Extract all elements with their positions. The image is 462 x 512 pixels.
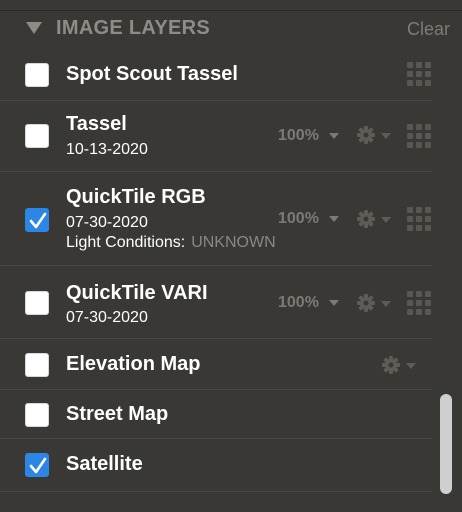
layer-title: QuickTile VARI: [66, 282, 208, 304]
layer-title: Elevation Map: [66, 353, 201, 375]
collapse-caret-icon[interactable]: [26, 22, 42, 34]
drag-handle-icon[interactable]: [407, 62, 431, 86]
gear-icon[interactable]: [356, 209, 392, 229]
opacity-select[interactable]: 100%: [278, 210, 339, 228]
opacity-select[interactable]: 100%: [278, 127, 339, 145]
layer-row-satellite: Satellite: [0, 439, 432, 492]
layer-title: Satellite: [66, 453, 143, 475]
chevron-down-icon: [328, 299, 339, 306]
layer-row-spot-scout-tassel: Spot Scout Tassel: [0, 52, 432, 101]
layer-checkbox[interactable]: [25, 63, 49, 87]
clear-button[interactable]: Clear: [407, 19, 450, 40]
checkmark-icon: [29, 212, 47, 229]
gear-icon[interactable]: [356, 125, 392, 145]
layer-title: Street Map: [66, 403, 169, 425]
layer-checkbox[interactable]: [25, 453, 49, 477]
layer-checkbox[interactable]: [25, 208, 49, 232]
top-border: [0, 0, 462, 11]
chevron-down-icon: [328, 132, 339, 139]
layer-row-tassel: Tassel 10-13-2020 100%: [0, 101, 432, 172]
layer-title: Spot Scout Tassel: [66, 63, 238, 85]
chevron-down-icon: [328, 215, 339, 222]
layer-checkbox[interactable]: [25, 353, 49, 377]
gear-icon[interactable]: [381, 355, 417, 375]
opacity-select[interactable]: 100%: [278, 294, 339, 312]
scrollbar-thumb[interactable]: [440, 394, 452, 494]
layer-checkbox[interactable]: [25, 403, 49, 427]
layer-row-quicktile-rgb: QuickTile RGB 07-30-2020 Light Condition…: [0, 172, 432, 266]
layer-date: 10-13-2020: [66, 141, 148, 158]
layer-checkbox[interactable]: [25, 124, 49, 148]
layer-date: 07-30-2020: [66, 309, 148, 326]
layer-checkbox[interactable]: [25, 291, 49, 315]
layer-title: QuickTile RGB: [66, 186, 206, 208]
image-layers-header: IMAGE LAYERS Clear: [0, 14, 462, 44]
layer-title: Tassel: [66, 113, 127, 135]
light-conditions: Light Conditions: UNKNOWN: [66, 234, 276, 251]
layer-row-elevation-map: Elevation Map: [0, 339, 432, 390]
drag-handle-icon[interactable]: [407, 291, 431, 315]
section-title: IMAGE LAYERS: [56, 17, 211, 39]
gear-icon[interactable]: [356, 293, 392, 313]
layer-row-quicktile-vari: QuickTile VARI 07-30-2020 100%: [0, 266, 432, 339]
layer-date: 07-30-2020: [66, 214, 148, 231]
checkmark-icon: [29, 457, 47, 474]
drag-handle-icon[interactable]: [407, 207, 431, 231]
drag-handle-icon[interactable]: [407, 124, 431, 148]
light-conditions-value: UNKNOWN: [191, 234, 276, 251]
layer-row-street-map: Street Map: [0, 390, 432, 439]
